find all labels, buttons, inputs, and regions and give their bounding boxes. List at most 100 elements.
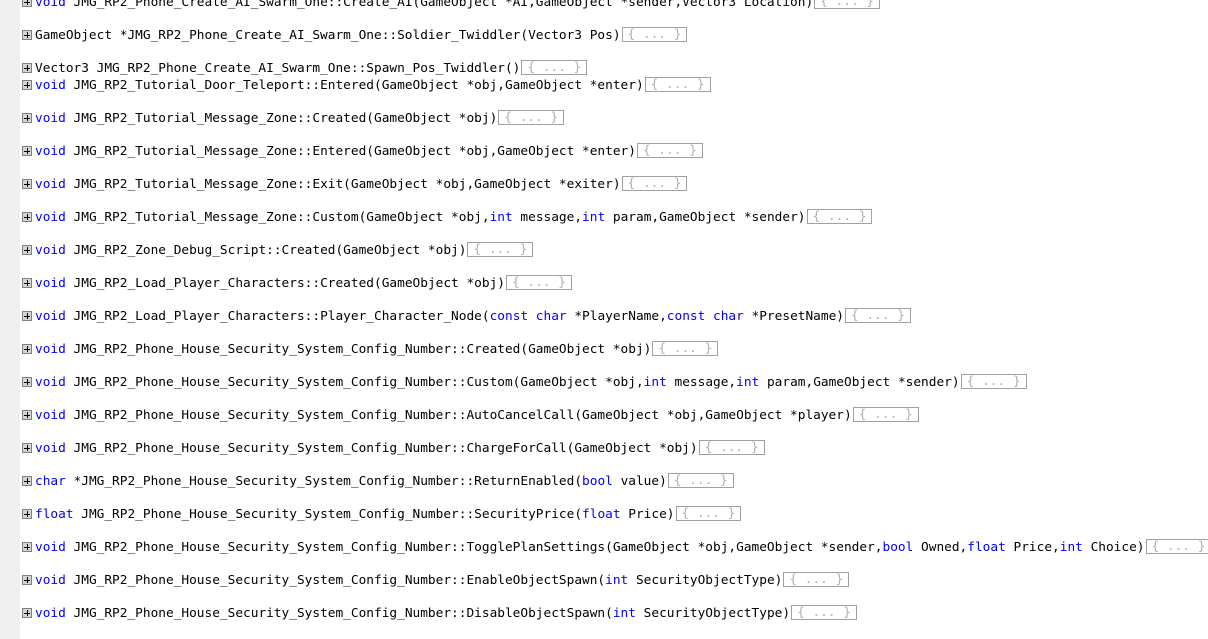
code-content-area[interactable]: void JMG_RP2_Phone_Create_AI_Swarm_One::… — [0, 0, 1208, 639]
function-signature: char *JMG_RP2_Phone_House_Security_Syste… — [35, 473, 734, 490]
identifier-token: JMG_RP2_Phone_House_Security_System_Conf… — [65, 342, 652, 357]
function-signature: void JMG_RP2_Phone_House_Security_System… — [35, 407, 919, 424]
identifier-token: *PlayerName, — [566, 309, 667, 324]
function-signature: void JMG_RP2_Load_Player_Characters::Pla… — [35, 308, 911, 325]
function-signature: void JMG_RP2_Phone_House_Security_System… — [35, 605, 857, 622]
identifier-token: JMG_RP2_Tutorial_Message_Zone::Created(G… — [65, 111, 498, 126]
collapsed-body-placeholder[interactable]: { ... } — [960, 374, 1027, 389]
keyword-token: void — [35, 177, 66, 192]
fold-expand-icon[interactable] — [22, 344, 32, 354]
keyword-token: void — [35, 78, 66, 93]
collapsed-body-placeholder[interactable]: { ... } — [505, 275, 572, 290]
keyword-token: float — [35, 507, 74, 522]
fold-expand-icon[interactable] — [22, 30, 32, 40]
function-signature: void JMG_RP2_Tutorial_Message_Zone::Ente… — [35, 143, 703, 160]
fold-expand-icon[interactable] — [22, 245, 32, 255]
keyword-token: void — [35, 243, 66, 258]
function-signature: void JMG_RP2_Zone_Debug_Script::Created(… — [35, 242, 534, 259]
identifier-token: JMG_RP2_Phone_Create_AI_Swarm_One::Creat… — [65, 0, 814, 10]
function-signature: void JMG_RP2_Tutorial_Message_Zone::Exit… — [35, 176, 688, 193]
code-editor[interactable]: void JMG_RP2_Phone_Create_AI_Swarm_One::… — [0, 0, 1208, 639]
fold-expand-icon[interactable] — [22, 311, 32, 321]
keyword-token: void — [35, 111, 66, 126]
fold-expand-icon[interactable] — [22, 443, 32, 453]
identifier-token: value) — [612, 474, 667, 489]
function-signature: void JMG_RP2_Phone_House_Security_System… — [35, 572, 850, 589]
keyword-token: void — [35, 573, 66, 588]
fold-expand-icon[interactable] — [22, 410, 32, 420]
identifier-token: JMG_RP2_Phone_House_Security_System_Conf… — [65, 540, 883, 555]
function-signature: void JMG_RP2_Load_Player_Characters::Cre… — [35, 275, 572, 292]
collapsed-body-placeholder[interactable]: { ... } — [814, 0, 881, 9]
collapsed-body-placeholder[interactable]: { ... } — [845, 308, 911, 323]
keyword-token: void — [35, 309, 66, 324]
fold-expand-icon[interactable] — [22, 0, 32, 7]
fold-expand-icon[interactable] — [22, 63, 32, 73]
identifier-token: JMG_RP2_Phone_House_Security_System_Conf… — [65, 375, 644, 390]
keyword-token: void — [35, 0, 66, 10]
fold-expand-icon[interactable] — [22, 377, 32, 387]
collapsed-body-placeholder[interactable]: { ... } — [521, 60, 588, 75]
collapsed-body-placeholder[interactable]: { ... } — [498, 110, 565, 125]
fold-expand-icon[interactable] — [22, 80, 32, 90]
identifier-token: JMG_RP2_Tutorial_Message_Zone::Custom(Ga… — [65, 210, 490, 225]
identifier-token: SecurityObjectType) — [628, 573, 783, 588]
collapsed-body-placeholder[interactable]: { ... } — [652, 341, 719, 356]
function-signature: void JMG_RP2_Phone_House_Security_System… — [35, 341, 719, 358]
fold-expand-icon[interactable] — [22, 179, 32, 189]
collapsed-body-placeholder[interactable]: { ... } — [1145, 539, 1208, 554]
fold-expand-icon[interactable] — [22, 509, 32, 519]
identifier-token: JMG_RP2_Phone_House_Security_System_Conf… — [73, 507, 583, 522]
identifier-token: *PresetName) — [743, 309, 845, 324]
keyword-token: int — [612, 606, 636, 621]
keyword-token: void — [35, 210, 66, 225]
keyword-token: void — [35, 606, 66, 621]
collapsed-body-placeholder[interactable]: { ... } — [698, 440, 765, 455]
collapsed-body-placeholder[interactable]: { ... } — [667, 473, 734, 488]
collapsed-body-placeholder[interactable]: { ... } — [621, 27, 688, 42]
keyword-token: int — [489, 210, 513, 225]
fold-expand-icon[interactable] — [22, 608, 32, 618]
collapsed-body-placeholder[interactable]: { ... } — [644, 77, 711, 92]
identifier-token: GameObject *JMG_RP2_Phone_Create_AI_Swar… — [35, 28, 621, 43]
fold-expand-icon[interactable] — [22, 212, 32, 222]
keyword-token: bool — [582, 474, 613, 489]
fold-expand-icon[interactable] — [22, 476, 32, 486]
identifier-token: SecurityObjectType) — [635, 606, 791, 621]
keyword-token: char — [35, 474, 66, 489]
identifier-token: Price) — [620, 507, 675, 522]
function-signature: void JMG_RP2_Phone_House_Security_System… — [35, 374, 1027, 391]
identifier-token: JMG_RP2_Zone_Debug_Script::Created(GameO… — [65, 243, 467, 258]
keyword-token: int — [605, 573, 629, 588]
collapsed-body-placeholder[interactable]: { ... } — [806, 209, 873, 224]
keyword-token: void — [35, 441, 66, 456]
identifier-token: Choice) — [1082, 540, 1145, 555]
collapsed-body-placeholder[interactable]: { ... } — [852, 407, 919, 422]
fold-expand-icon[interactable] — [22, 146, 32, 156]
function-signature: void JMG_RP2_Phone_House_Security_System… — [35, 440, 765, 457]
collapsed-body-placeholder[interactable]: { ... } — [791, 605, 857, 620]
collapsed-body-placeholder[interactable]: { ... } — [621, 176, 688, 191]
function-signature: GameObject *JMG_RP2_Phone_Create_AI_Swar… — [35, 27, 688, 44]
collapsed-body-placeholder[interactable]: { ... } — [636, 143, 703, 158]
identifier-token: message, — [512, 210, 583, 225]
identifier-token: Price, — [1005, 540, 1060, 555]
identifier-token: param,GameObject *sender) — [605, 210, 806, 225]
fold-expand-icon[interactable] — [22, 575, 32, 585]
collapsed-body-placeholder[interactable]: { ... } — [783, 572, 850, 587]
collapsed-body-placeholder[interactable]: { ... } — [467, 242, 534, 257]
keyword-token: int — [643, 375, 667, 390]
fold-expand-icon[interactable] — [22, 113, 32, 123]
fold-expand-icon[interactable] — [22, 278, 32, 288]
keyword-token: float — [582, 507, 621, 522]
function-signature: float JMG_RP2_Phone_House_Security_Syste… — [35, 506, 742, 523]
fold-expand-icon[interactable] — [22, 542, 32, 552]
identifier-token: message, — [666, 375, 737, 390]
function-signature: void JMG_RP2_Phone_House_Security_System… — [35, 539, 1208, 556]
identifier-token: JMG_RP2_Phone_House_Security_System_Conf… — [65, 441, 698, 456]
keyword-token: bool — [882, 540, 914, 555]
identifier-token: *JMG_RP2_Phone_House_Security_System_Con… — [65, 474, 583, 489]
identifier-token: JMG_RP2_Tutorial_Door_Teleport::Entered(… — [65, 78, 644, 93]
collapsed-body-placeholder[interactable]: { ... } — [675, 506, 742, 521]
keyword-token: void — [35, 540, 66, 555]
